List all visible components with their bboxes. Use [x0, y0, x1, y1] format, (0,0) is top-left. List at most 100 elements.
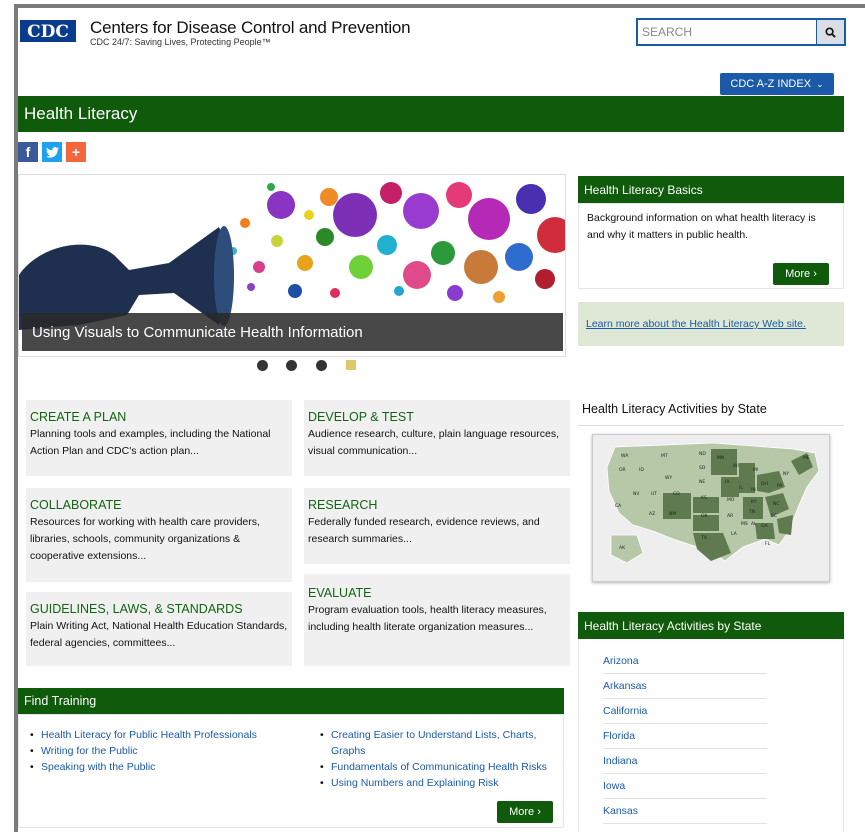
basics-title: Health Literacy Basics — [578, 176, 844, 203]
tile-desc: Resources for working with health care p… — [30, 516, 260, 562]
svg-text:UT: UT — [651, 491, 657, 497]
svg-text:GA: GA — [761, 523, 768, 529]
learn-more-link[interactable]: Learn more about the Health Literacy Web… — [586, 318, 806, 330]
state-link[interactable]: Arkansas — [603, 674, 767, 699]
us-map-graphic: WA MT ND OR ID SD WY NE NV UT CO KS CA A… — [606, 442, 820, 564]
states-list: Arizona Arkansas California Florida Indi… — [578, 639, 844, 832]
facebook-icon[interactable]: f — [18, 142, 38, 162]
svg-text:CO: CO — [673, 491, 680, 497]
svg-text:AR: AR — [727, 513, 733, 519]
states-list-title: Health Literacy Activities by State — [578, 612, 844, 639]
logo-text: CDC — [27, 22, 69, 42]
az-index-label: CDC A-Z INDEX — [730, 78, 812, 90]
svg-text:NC: NC — [773, 501, 780, 507]
svg-text:LA: LA — [731, 531, 738, 537]
cdc-logo[interactable]: CDC — [20, 20, 76, 42]
training-link[interactable]: Writing for the Public — [27, 743, 289, 759]
carousel-dot-4-active[interactable] — [346, 360, 356, 370]
search-button[interactable] — [816, 20, 844, 44]
state-link[interactable]: Iowa — [603, 774, 767, 799]
tile-title[interactable]: CREATE A PLAN — [30, 410, 288, 424]
carousel[interactable]: Using Visuals to Communicate Health Info… — [18, 174, 566, 357]
svg-text:ND: ND — [699, 451, 706, 457]
svg-text:OR: OR — [619, 467, 626, 473]
tile-develop-test[interactable]: DEVELOP & TEST Audience research, cultur… — [304, 400, 570, 476]
svg-text:NE: NE — [699, 479, 705, 485]
tile-desc: Planning tools and examples, including t… — [30, 428, 271, 457]
search-box — [636, 18, 846, 46]
tile-desc: Program evaluation tools, health literac… — [308, 604, 547, 633]
svg-text:OK: OK — [701, 513, 709, 519]
search-input[interactable] — [638, 20, 816, 44]
training-link[interactable]: Using Numbers and Explaining Risk — [317, 775, 557, 791]
training-list-left: Health Literacy for Public Health Profes… — [27, 727, 289, 775]
svg-text:ME: ME — [803, 455, 810, 461]
addthis-plus-icon[interactable]: + — [66, 142, 86, 162]
training-title: Find Training — [18, 688, 564, 714]
training-panel: Health Literacy for Public Health Profes… — [18, 714, 564, 828]
svg-text:KS: KS — [701, 495, 707, 501]
state-link[interactable]: Indiana — [603, 749, 767, 774]
svg-text:TN: TN — [748, 509, 755, 515]
svg-text:MN: MN — [717, 455, 724, 461]
training-link[interactable]: Health Literacy for Public Health Profes… — [27, 727, 289, 743]
tile-desc: Audience research, culture, plain langua… — [308, 428, 559, 457]
us-map[interactable]: WA MT ND OR ID SD WY NE NV UT CO KS CA A… — [592, 434, 830, 582]
svg-text:NY: NY — [783, 471, 789, 477]
az-index-button[interactable]: CDC A-Z INDEX ⌄ — [720, 73, 834, 95]
state-link[interactable]: California — [603, 699, 767, 724]
tile-title[interactable]: DEVELOP & TEST — [308, 410, 566, 424]
twitter-icon[interactable] — [42, 142, 62, 162]
svg-text:PA: PA — [777, 483, 783, 489]
carousel-dot-1[interactable] — [257, 360, 268, 371]
tile-title[interactable]: GUIDELINES, LAWS, & STANDARDS — [30, 602, 288, 616]
org-tagline: CDC 24/7: Saving Lives, Protecting Peopl… — [90, 37, 271, 47]
svg-text:ID: ID — [639, 467, 644, 473]
svg-text:WA: WA — [621, 453, 629, 459]
carousel-caption[interactable]: Using Visuals to Communicate Health Info… — [22, 313, 563, 351]
tile-guidelines[interactable]: GUIDELINES, LAWS, & STANDARDS Plain Writ… — [26, 592, 292, 666]
svg-text:IL: IL — [739, 485, 743, 491]
svg-text:AL: AL — [751, 521, 757, 527]
learn-more-panel: Learn more about the Health Literacy Web… — [578, 302, 844, 346]
svg-text:MO: MO — [727, 497, 735, 503]
tile-collaborate[interactable]: COLLABORATE Resources for working with h… — [26, 488, 292, 582]
tile-research[interactable]: RESEARCH Federally funded research, evid… — [304, 488, 570, 564]
svg-text:MI: MI — [753, 467, 758, 473]
carousel-dot-2[interactable] — [286, 360, 297, 371]
org-name[interactable]: Centers for Disease Control and Preventi… — [90, 18, 411, 38]
training-list-right: Creating Easier to Understand Lists, Cha… — [317, 727, 557, 791]
svg-text:SD: SD — [699, 465, 706, 471]
svg-text:MS: MS — [741, 521, 748, 527]
svg-text:OH: OH — [761, 481, 768, 487]
state-link[interactable]: Kansas — [603, 799, 767, 824]
svg-text:AK: AK — [619, 545, 626, 551]
tile-title[interactable]: RESEARCH — [308, 498, 566, 512]
training-link[interactable]: Speaking with the Public — [27, 759, 289, 775]
tile-evaluate[interactable]: EVALUATE Program evaluation tools, healt… — [304, 574, 570, 666]
svg-text:FL: FL — [765, 541, 771, 547]
basics-panel: Background information on what health li… — [578, 203, 844, 289]
svg-text:WY: WY — [665, 475, 672, 481]
tile-create-a-plan[interactable]: CREATE A PLAN Planning tools and example… — [26, 400, 292, 476]
svg-text:AZ: AZ — [649, 511, 655, 517]
tile-desc: Plain Writing Act, National Health Educa… — [30, 620, 288, 649]
training-link[interactable]: Creating Easier to Understand Lists, Cha… — [317, 727, 557, 759]
svg-text:WI: WI — [733, 463, 739, 469]
state-link[interactable]: Florida — [603, 724, 767, 749]
basics-more-button[interactable]: More › — [773, 263, 829, 285]
tile-title[interactable]: COLLABORATE — [30, 498, 288, 512]
tile-title[interactable]: EVALUATE — [308, 586, 566, 600]
search-icon — [825, 26, 836, 38]
page-title: Health Literacy — [18, 96, 844, 132]
basics-text: Background information on what health li… — [587, 212, 816, 241]
svg-text:KY: KY — [751, 499, 757, 505]
carousel-dot-3[interactable] — [316, 360, 327, 371]
training-more-button[interactable]: More › — [497, 801, 553, 823]
training-link[interactable]: Fundamentals of Communicating Health Ris… — [317, 759, 557, 775]
tile-desc: Federally funded research, evidence revi… — [308, 516, 540, 545]
state-link[interactable]: Arizona — [603, 649, 767, 674]
svg-text:CA: CA — [615, 503, 622, 509]
svg-text:IN: IN — [751, 487, 756, 493]
map-title: Health Literacy Activities by State — [582, 402, 767, 416]
